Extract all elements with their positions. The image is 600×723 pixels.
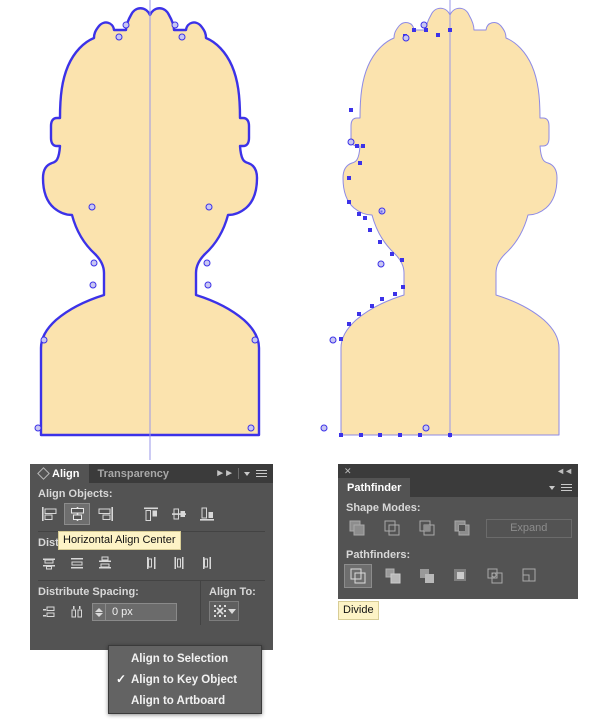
pathfinders-buttons — [338, 563, 578, 592]
align-objects-label: Align Objects: — [38, 488, 113, 500]
chevron-down-icon[interactable] — [227, 608, 236, 614]
menu-item-align-to-selection[interactable]: Align to Selection — [109, 648, 261, 669]
collapse-icon[interactable]: ◄◄ — [556, 466, 573, 476]
pathfinder-tabbar-filler — [410, 478, 543, 497]
align-to-dropdown-menu: Align to Selection ✓ Align to Key Object… — [108, 645, 262, 714]
horizontal-distribute-left-button[interactable] — [138, 552, 164, 574]
left-avatar-shape — [34, 0, 261, 460]
horizontal-align-left-button[interactable] — [36, 503, 62, 525]
merge-button[interactable] — [414, 565, 440, 587]
vertical-align-center-button[interactable] — [166, 503, 192, 525]
outline-button[interactable] — [482, 565, 508, 587]
stepper-down-icon[interactable] — [95, 612, 103, 617]
distribute-spacing-row: Distribute Spacing: 0 px Align To: — [30, 581, 273, 627]
align-panel: Align Transparency ►► Align Objects: Dis… — [30, 464, 273, 650]
tab-transparency-label: Transparency — [97, 467, 170, 480]
expand-button[interactable]: Expand — [485, 518, 572, 538]
align-to-buttons — [201, 600, 273, 625]
align-panel-tabbar: Align Transparency ►► — [30, 464, 273, 483]
panel-header-icons: ►► — [209, 464, 273, 483]
pathfinder-tabbar: Pathfinder — [338, 478, 578, 497]
vertical-distribute-space-button[interactable] — [36, 601, 62, 623]
align-to-dropdown-button[interactable] — [209, 601, 239, 621]
crop-button[interactable] — [448, 565, 474, 587]
tabbar-filler — [178, 464, 210, 483]
pathfinder-close-row: ✕ ◄◄ — [338, 464, 578, 478]
caret-down-icon[interactable] — [244, 471, 250, 476]
right-avatar-shape — [320, 0, 560, 438]
menu-item-label: Align to Artboard — [131, 694, 226, 707]
close-icon[interactable]: ✕ — [344, 466, 352, 477]
align-to-group: Align To: — [200, 581, 273, 625]
spacing-input[interactable]: 0 px — [105, 603, 177, 621]
menu-item-align-to-key-object[interactable]: ✓ Align to Key Object — [109, 669, 261, 690]
tab-align-label: Align — [52, 467, 80, 480]
unite-button[interactable] — [346, 517, 369, 539]
double-chevron-right-icon[interactable]: ►► — [215, 468, 234, 479]
panel-menu-icon[interactable] — [256, 468, 267, 479]
menu-item-label: Align to Key Object — [131, 673, 238, 686]
horizontal-distribute-center-button[interactable] — [166, 552, 192, 574]
tab-align[interactable]: Align — [30, 464, 89, 483]
horizontal-align-center-button[interactable] — [64, 503, 90, 525]
tooltip-horizontal-align-center: Horizontal Align Center — [58, 531, 181, 550]
illustration-canvas — [0, 0, 600, 460]
horizontal-distribute-space-button[interactable] — [64, 601, 90, 623]
shape-modes-buttons: Expand — [338, 516, 578, 543]
minus-front-button[interactable] — [381, 517, 404, 539]
vertical-distribute-bottom-button[interactable] — [92, 552, 118, 574]
tab-transparency[interactable]: Transparency — [88, 464, 179, 483]
pathfinder-panel: ✕ ◄◄ Pathfinder Shape Modes: Expand Path… — [338, 464, 578, 599]
horizontal-align-right-button[interactable] — [92, 503, 118, 525]
vertical-align-top-button[interactable] — [138, 503, 164, 525]
stepper-up-icon[interactable] — [95, 607, 103, 612]
align-objects-buttons — [30, 502, 273, 529]
distribute-spacing-group: Distribute Spacing: 0 px — [30, 581, 200, 627]
pathfinder-header-icons — [543, 478, 578, 497]
trim-button[interactable] — [380, 565, 406, 587]
distribute-spacing-buttons: 0 px — [30, 600, 200, 627]
distribute-objects-buttons — [30, 551, 273, 578]
header-divider — [238, 468, 239, 479]
vertical-align-bottom-button[interactable] — [194, 503, 220, 525]
tooltip-divide: Divide — [338, 601, 379, 620]
intersect-button[interactable] — [416, 517, 439, 539]
distribute-spacing-label: Distribute Spacing: — [38, 586, 139, 598]
spacing-stepper[interactable] — [92, 603, 105, 621]
diamond-icon — [37, 467, 50, 480]
caret-down-icon[interactable] — [549, 485, 555, 490]
menu-item-align-to-artboard[interactable]: Align to Artboard — [109, 690, 261, 711]
divide-button[interactable] — [344, 564, 372, 588]
tab-pathfinder-label: Pathfinder — [347, 481, 402, 494]
distribute-spacing-field[interactable]: 0 px — [92, 603, 177, 621]
checkmark-icon: ✓ — [116, 672, 127, 686]
horizontal-distribute-right-button[interactable] — [194, 552, 220, 574]
tab-pathfinder[interactable]: Pathfinder — [338, 478, 411, 497]
minus-back-button[interactable] — [516, 565, 542, 587]
align-to-label: Align To: — [209, 586, 256, 598]
pathfinders-label: Pathfinders: — [346, 549, 411, 561]
vertical-distribute-top-button[interactable] — [36, 552, 62, 574]
vertical-distribute-center-button[interactable] — [64, 552, 90, 574]
shape-modes-label: Shape Modes: — [346, 502, 421, 514]
panel-menu-icon[interactable] — [561, 482, 572, 493]
menu-item-label: Align to Selection — [131, 652, 229, 665]
exclude-button[interactable] — [451, 517, 474, 539]
